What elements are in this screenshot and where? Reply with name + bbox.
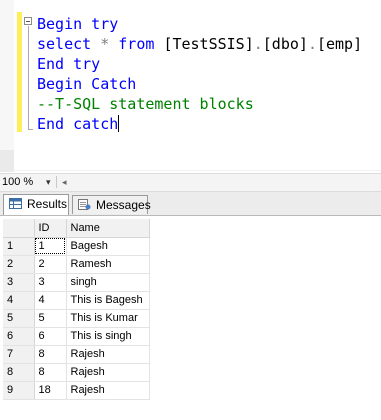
scroll-left-arrow-icon[interactable]: ◂ (62, 175, 67, 189)
name-cell[interactable]: Rajesh (66, 363, 150, 382)
grid-corner[interactable] (3, 219, 35, 238)
code-token: from (118, 35, 164, 53)
text-caret (118, 115, 120, 132)
outline-end (28, 129, 33, 130)
editor-status-strip: 100 % ▾ ◂ (0, 173, 381, 192)
table-row[interactable]: 8 8 Rajesh (3, 363, 150, 382)
table-row[interactable]: 1 1 Bagesh (3, 237, 150, 256)
table-row[interactable]: 7 8 Rajesh (3, 345, 150, 364)
column-header-id[interactable]: ID (34, 219, 67, 238)
name-cell[interactable]: This is singh (66, 327, 150, 346)
code-line: Begin try (37, 14, 362, 34)
collapse-minus-icon[interactable] (24, 17, 32, 25)
code-token: * (100, 35, 119, 53)
tab-messages[interactable]: Messages (72, 195, 151, 214)
row-number[interactable]: 8 (3, 363, 35, 382)
sql-editor[interactable]: Begin try select * from [TestSSIS].[dbo].… (0, 0, 381, 172)
code-token: [TestSSIS] (163, 35, 254, 53)
table-row[interactable]: 6 6 This is singh (3, 327, 150, 346)
divider (56, 176, 57, 188)
id-cell[interactable]: 4 (34, 291, 67, 310)
code-token: [dbo] (262, 35, 308, 53)
name-cell[interactable]: Ramesh (66, 255, 150, 274)
row-number[interactable]: 3 (3, 273, 35, 292)
results-grid-area: ID Name 1 1 Bagesh 2 2 Ramesh 3 3 singh 4 4 This is… (0, 216, 381, 420)
row-number[interactable]: 4 (3, 291, 35, 310)
code-line: End try (37, 54, 362, 74)
messages-icon (78, 199, 91, 210)
table-row[interactable]: 5 5 This is Kumar (3, 309, 150, 328)
name-cell[interactable]: singh (66, 273, 150, 292)
code-line: --T-SQL statement blocks (37, 94, 362, 114)
tab-results-label: Results (27, 197, 68, 211)
table-row[interactable]: 3 3 singh (3, 273, 150, 292)
id-cell[interactable]: 5 (34, 309, 67, 328)
results-grid[interactable]: ID Name 1 1 Bagesh 2 2 Ramesh 3 3 singh 4 4 This is… (3, 219, 150, 400)
row-number[interactable]: 5 (3, 309, 35, 328)
code-text[interactable]: Begin try select * from [TestSSIS].[dbo].… (37, 14, 362, 134)
code-token: End try (37, 55, 101, 73)
editor-left-margin (0, 0, 14, 170)
table-row[interactable]: 2 2 Ramesh (3, 255, 150, 274)
name-cell[interactable]: Rajesh (66, 381, 150, 400)
id-cell[interactable]: 1 (34, 237, 67, 256)
tab-messages-label: Messages (96, 198, 151, 212)
chevron-down-icon[interactable]: ▾ (46, 175, 51, 189)
code-token: End catch (37, 115, 119, 133)
row-number[interactable]: 2 (3, 255, 35, 274)
change-tracking-bar (17, 12, 22, 132)
code-token: . (253, 35, 263, 53)
table-row[interactable]: 4 4 This is Bagesh (3, 291, 150, 310)
zoom-level[interactable]: 100 % (2, 175, 33, 189)
row-number[interactable]: 9 (3, 381, 35, 400)
grid-icon (9, 198, 22, 209)
code-token: Begin try (37, 15, 119, 33)
code-line: End catch (37, 114, 362, 134)
editor-margin-bottom (0, 150, 14, 172)
code-token: select (37, 35, 101, 53)
id-cell[interactable]: 2 (34, 255, 67, 274)
code-token: --T-SQL statement blocks (37, 95, 254, 113)
code-line: select * from [TestSSIS].[dbo].[emp] (37, 34, 362, 54)
results-tab-strip: Results Messages (0, 192, 381, 216)
name-cell[interactable]: This is Kumar (66, 309, 150, 328)
outline-line (28, 26, 29, 130)
name-cell[interactable]: Rajesh (66, 345, 150, 364)
id-cell[interactable]: 18 (34, 381, 67, 400)
code-token: Begin Catch (37, 75, 137, 93)
code-line: Begin Catch (37, 74, 362, 94)
tab-results[interactable]: Results (3, 194, 69, 215)
id-cell[interactable]: 8 (34, 363, 67, 382)
code-token: [emp] (316, 35, 363, 53)
code-token: . (307, 35, 317, 53)
id-cell[interactable]: 3 (34, 273, 67, 292)
column-header-name[interactable]: Name (66, 219, 150, 238)
name-cell[interactable]: This is Bagesh (66, 291, 150, 310)
id-cell[interactable]: 8 (34, 345, 67, 364)
row-number[interactable]: 6 (3, 327, 35, 346)
row-number[interactable]: 7 (3, 345, 35, 364)
table-row[interactable]: 9 18 Rajesh (3, 381, 150, 400)
row-number[interactable]: 1 (3, 237, 35, 256)
id-cell[interactable]: 6 (34, 327, 67, 346)
name-cell[interactable]: Bagesh (66, 237, 150, 256)
